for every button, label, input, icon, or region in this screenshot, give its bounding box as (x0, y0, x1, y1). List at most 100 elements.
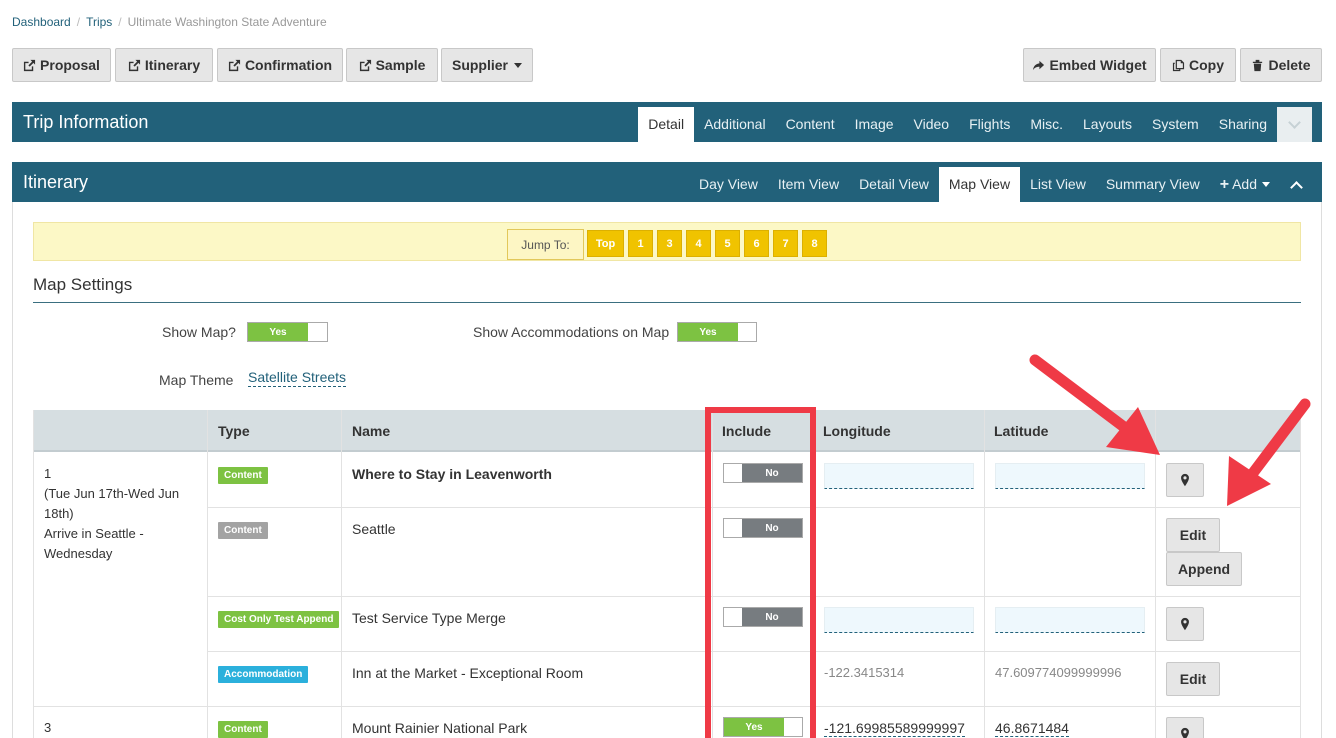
jump-day-5-button[interactable]: 5 (715, 230, 740, 257)
chevron-down-icon (1288, 116, 1301, 129)
jump-day-4-button[interactable]: 4 (686, 230, 711, 257)
col-name: Name (352, 423, 391, 439)
itinerary-title: Itinerary (23, 172, 89, 192)
append-button[interactable]: Append (1166, 552, 1242, 586)
map-marker-icon (1181, 727, 1189, 738)
breadcrumb-dashboard[interactable]: Dashboard (12, 15, 71, 29)
col-longitude: Longitude (823, 423, 891, 439)
tab-map-view[interactable]: Map View (938, 167, 1021, 202)
tab-system[interactable]: System (1142, 107, 1209, 142)
type-badge: Content (218, 522, 268, 539)
longitude-input[interactable] (824, 463, 974, 489)
map-pin-button[interactable] (1166, 607, 1204, 641)
map-theme-select[interactable]: Satellite Streets (248, 369, 347, 387)
day-3-label: 3 (44, 718, 194, 738)
confirmation-button[interactable]: Confirmation (217, 48, 343, 82)
annotation-arrow-icon (1227, 398, 1311, 506)
section-divider (33, 302, 1301, 303)
longitude-input[interactable]: -121.69985589999997 (824, 720, 965, 737)
expand-toggle-button[interactable] (1277, 107, 1312, 142)
jump-top-button[interactable]: Top (587, 230, 624, 257)
tab-image[interactable]: Image (845, 107, 904, 142)
map-pin-button[interactable] (1166, 463, 1204, 497)
map-pin-button[interactable] (1166, 717, 1204, 738)
tab-video[interactable]: Video (904, 107, 960, 142)
latitude-input[interactable] (995, 607, 1145, 633)
tab-summary-view[interactable]: Summary View (1096, 167, 1210, 202)
embed-widget-button[interactable]: Embed Widget (1023, 48, 1156, 82)
tab-item-view[interactable]: Item View (768, 167, 849, 202)
show-accommodations-toggle[interactable]: Yes (677, 322, 757, 342)
edit-button[interactable]: Edit (1166, 662, 1220, 696)
jump-bar: Jump To: Top 1 3 4 5 6 7 8 (33, 222, 1301, 261)
annotation-arrow-icon (1029, 354, 1160, 455)
day-number: 1 (44, 466, 52, 481)
caret-down-icon (1262, 182, 1270, 187)
breadcrumb-current: Ultimate Washington State Adventure (127, 15, 327, 29)
latitude-input[interactable] (995, 463, 1145, 489)
longitude-input[interactable] (824, 607, 974, 633)
share-arrow-icon (1033, 60, 1045, 70)
map-marker-icon (1181, 473, 1189, 487)
jump-day-6-button[interactable]: 6 (744, 230, 769, 257)
show-accommodations-label: Show Accommodations on Map (473, 324, 670, 340)
tab-detail-view[interactable]: Detail View (849, 167, 939, 202)
copy-icon (1172, 59, 1185, 71)
trip-info-tabs: Detail Additional Content Image Video Fl… (638, 107, 1312, 142)
itinerary-tabs: Day View Item View Detail View Map View … (689, 167, 1312, 202)
tab-flights[interactable]: Flights (959, 107, 1020, 142)
item-name: Inn at the Market - Exceptional Room (352, 665, 584, 681)
edit-button[interactable]: Edit (1166, 518, 1220, 552)
caret-down-icon (514, 62, 522, 68)
item-name: Seattle (352, 521, 396, 537)
show-map-label: Show Map? (162, 324, 236, 340)
tab-layouts[interactable]: Layouts (1073, 107, 1142, 142)
tab-day-view[interactable]: Day View (689, 167, 768, 202)
toolbar: Proposal Itinerary Confirmation Sample S… (12, 48, 1322, 82)
sample-button[interactable]: Sample (346, 48, 438, 82)
map-marker-icon (1181, 617, 1189, 631)
type-badge: Accommodation (218, 666, 309, 683)
trip-info-title: Trip Information (23, 112, 149, 132)
jump-label: Jump To: (507, 229, 584, 260)
jump-day-7-button[interactable]: 7 (773, 230, 798, 257)
tab-misc[interactable]: Misc. (1020, 107, 1073, 142)
add-dropdown[interactable]: + Add (1210, 167, 1280, 202)
day-1-label: 1 (Tue Jun 17th-Wed Jun 18th) Arrive in … (44, 464, 194, 564)
latitude-input[interactable]: 46.8671484 (995, 720, 1069, 737)
jump-day-8-button[interactable]: 8 (802, 230, 827, 257)
map-theme-label: Map Theme (159, 372, 234, 388)
tab-detail[interactable]: Detail (638, 107, 695, 142)
day-number: 3 (44, 720, 52, 735)
tab-additional[interactable]: Additional (694, 107, 776, 142)
proposal-button[interactable]: Proposal (12, 48, 111, 82)
plus-icon: + (1219, 176, 1230, 193)
tab-content[interactable]: Content (776, 107, 845, 142)
trash-icon (1253, 59, 1263, 71)
map-settings-title: Map Settings (33, 275, 133, 294)
type-badge: Cost Only Test Append (218, 611, 340, 628)
supplier-dropdown-button[interactable]: Supplier (441, 48, 533, 82)
delete-button[interactable]: Delete (1240, 48, 1322, 82)
copy-button[interactable]: Copy (1160, 48, 1236, 82)
external-link-icon (359, 59, 371, 71)
day-dates: (Tue Jun 17th-Wed Jun 18th) (44, 486, 180, 521)
latitude-value: 47.609774099999996 (995, 665, 1122, 680)
type-badge: Content (218, 467, 268, 484)
itinerary-button[interactable]: Itinerary (115, 48, 213, 82)
tab-list-view[interactable]: List View (1020, 167, 1096, 202)
breadcrumb-trips[interactable]: Trips (86, 15, 112, 29)
type-badge: Content (218, 721, 268, 738)
external-link-icon (228, 59, 241, 71)
external-link-icon (23, 59, 36, 71)
jump-day-3-button[interactable]: 3 (657, 230, 682, 257)
show-map-toggle[interactable]: Yes (247, 322, 328, 342)
item-name: Mount Rainier National Park (352, 720, 528, 736)
include-column-highlight (705, 407, 816, 738)
tab-sharing[interactable]: Sharing (1209, 107, 1277, 142)
jump-day-1-button[interactable]: 1 (628, 230, 653, 257)
longitude-value: -122.3415314 (824, 665, 905, 680)
day-title: Arrive in Seattle - Wednesday (44, 526, 144, 561)
collapse-button[interactable] (1280, 167, 1312, 202)
item-name: Where to Stay in Leavenworth (352, 466, 552, 482)
